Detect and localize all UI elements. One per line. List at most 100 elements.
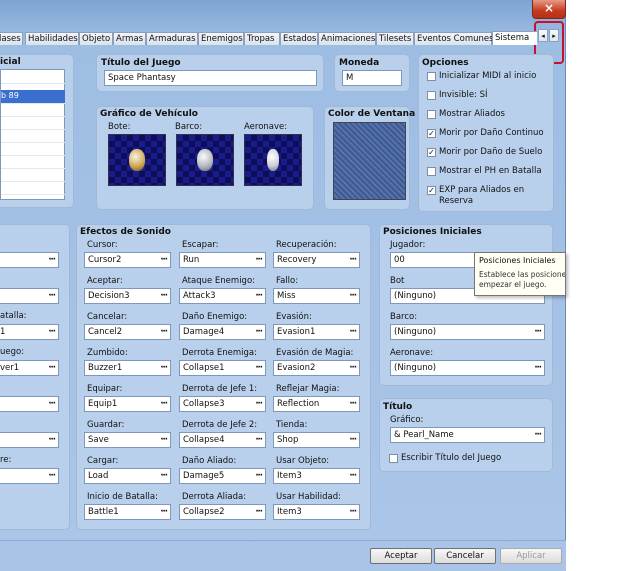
sound-field[interactable]: Decision3 ··· [84,288,171,304]
option-checkbox[interactable]: ✓ [427,148,436,157]
write-title-checkbox[interactable] [389,454,398,463]
sound-field[interactable]: Miss ··· [273,288,360,304]
tab-estados[interactable]: Estados [280,32,318,45]
sound-field[interactable]: Damage5 ··· [179,468,266,484]
airship-sprite[interactable] [244,134,302,186]
sound-browse-dots-icon[interactable]: ··· [349,325,357,339]
sound-browse-dots-icon[interactable]: ··· [160,433,168,447]
sound-browse-dots-icon[interactable]: ··· [160,469,168,483]
sound-field[interactable]: Recovery ··· [273,252,360,268]
sound-field[interactable]: Save ··· [84,432,171,448]
left-lower-dots-icon[interactable]: ··· [48,325,56,339]
window-color-preview[interactable] [333,122,406,200]
left-lower-dots-icon[interactable]: ··· [48,397,56,411]
close-button[interactable]: × [532,0,566,19]
sound-browse-dots-icon[interactable]: ··· [255,469,263,483]
sound-browse-dots-icon[interactable]: ··· [160,397,168,411]
sound-browse-dots-icon[interactable]: ··· [255,361,263,375]
sound-browse-dots-icon[interactable]: ··· [255,433,263,447]
sound-field[interactable]: Load ··· [84,468,171,484]
list-item[interactable] [1,129,65,143]
sound-field[interactable]: Evasion1 ··· [273,324,360,340]
left-lower-field[interactable]: ··· [0,252,59,268]
list-item[interactable] [1,168,65,182]
left-lower-field[interactable]: ver1 ··· [0,360,59,376]
sound-field[interactable]: Cursor2 ··· [84,252,171,268]
left-lower-dots-icon[interactable]: ··· [48,289,56,303]
option-checkbox[interactable] [427,167,436,176]
list-item[interactable] [1,116,65,130]
sound-field[interactable]: Equip1 ··· [84,396,171,412]
option-checkbox[interactable]: ✓ [427,129,436,138]
sound-field[interactable]: Evasion2 ··· [273,360,360,376]
sound-browse-dots-icon[interactable]: ··· [255,397,263,411]
sound-field[interactable]: Collapse2 ··· [179,504,266,520]
tab-armas[interactable]: Armas [113,32,146,45]
sound-browse-dots-icon[interactable]: ··· [349,361,357,375]
sound-browse-dots-icon[interactable]: ··· [349,253,357,267]
list-item[interactable] [1,155,65,169]
option-checkbox[interactable] [427,91,436,100]
apply-button[interactable]: Aplicar [500,548,562,564]
sound-browse-dots-icon[interactable]: ··· [349,433,357,447]
party-list[interactable]: b 89 [0,69,65,200]
option-checkbox[interactable] [427,72,436,81]
list-item[interactable] [1,181,65,195]
sound-field[interactable]: Collapse3 ··· [179,396,266,412]
sound-field[interactable]: Collapse1 ··· [179,360,266,376]
sound-field[interactable]: Buzzer1 ··· [84,360,171,376]
sound-field[interactable]: Battle1 ··· [84,504,171,520]
left-lower-dots-icon[interactable]: ··· [48,361,56,375]
sound-browse-dots-icon[interactable]: ··· [349,505,357,519]
sound-field[interactable]: Item3 ··· [273,504,360,520]
left-lower-field[interactable]: ··· [0,468,59,484]
sound-browse-dots-icon[interactable]: ··· [160,289,168,303]
tab-clases[interactable]: lases [0,32,23,45]
sound-field[interactable]: Collapse4 ··· [179,432,266,448]
tab-sistema[interactable]: Sistema [492,31,537,45]
list-item-selected[interactable]: b 89 [1,90,65,104]
list-item[interactable] [1,142,65,156]
sound-browse-dots-icon[interactable]: ··· [160,325,168,339]
airship-start-dots-icon[interactable]: ··· [534,361,542,375]
sound-browse-dots-icon[interactable]: ··· [349,469,357,483]
option-checkbox[interactable] [427,110,436,119]
cancel-button[interactable]: Cancelar [434,548,496,564]
tab-tropas[interactable]: Tropas [244,32,280,45]
ship-start-dots-icon[interactable]: ··· [534,325,542,339]
boat-sprite[interactable] [108,134,166,186]
left-lower-dots-icon[interactable]: ··· [48,433,56,447]
tab-animaciones[interactable]: Animaciones [318,32,376,45]
list-item[interactable] [1,70,65,84]
sound-browse-dots-icon[interactable]: ··· [160,253,168,267]
sound-browse-dots-icon[interactable]: ··· [160,361,168,375]
tab-armaduras[interactable]: Armaduras [146,32,198,45]
sound-field[interactable]: Damage4 ··· [179,324,266,340]
left-lower-field[interactable]: ··· [0,396,59,412]
accept-button[interactable]: Aceptar [370,548,432,564]
sound-field[interactable]: Shop ··· [273,432,360,448]
game-title-input[interactable]: Space Phantasy [104,70,317,86]
option-checkbox[interactable]: ✓ [427,186,436,195]
title-graphic-field[interactable]: & Pearl_Name ··· [390,427,545,443]
ship-sprite[interactable] [176,134,234,186]
sound-browse-dots-icon[interactable]: ··· [255,505,263,519]
tab-habilidades[interactable]: Habilidades [25,32,79,45]
left-lower-field[interactable]: 1 ··· [0,324,59,340]
airship-start-field[interactable]: (Ninguno) ··· [390,360,545,376]
sound-field[interactable]: Item3 ··· [273,468,360,484]
list-item[interactable] [1,103,65,117]
tab-enemigos[interactable]: Enemigos [198,32,244,45]
title-graphic-dots-icon[interactable]: ··· [534,428,542,442]
sound-browse-dots-icon[interactable]: ··· [160,505,168,519]
sound-field[interactable]: Cancel2 ··· [84,324,171,340]
sound-field[interactable]: Run ··· [179,252,266,268]
left-lower-dots-icon[interactable]: ··· [48,469,56,483]
tab-objeto[interactable]: Objeto [79,32,113,45]
sound-browse-dots-icon[interactable]: ··· [255,253,263,267]
left-lower-field[interactable]: ··· [0,288,59,304]
left-lower-dots-icon[interactable]: ··· [48,253,56,267]
ship-start-field[interactable]: (Ninguno) ··· [390,324,545,340]
sound-browse-dots-icon[interactable]: ··· [349,289,357,303]
sound-browse-dots-icon[interactable]: ··· [349,397,357,411]
